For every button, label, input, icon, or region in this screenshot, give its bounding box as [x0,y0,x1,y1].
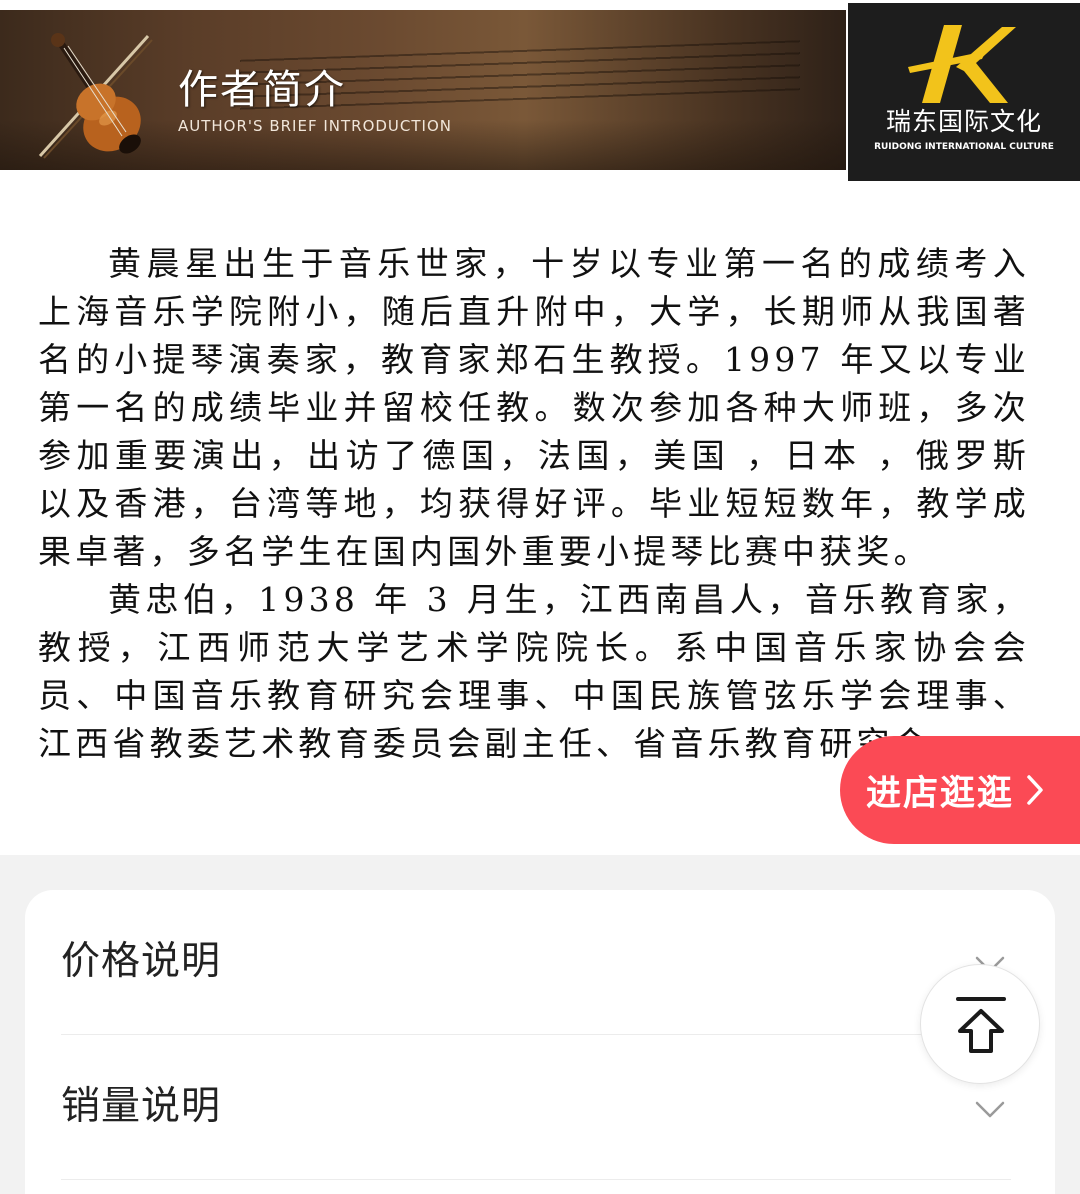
brand-k-logo-icon [908,25,1016,103]
product-detail-page: 作者简介 AUTHOR'S BRIEF INTRODUCTION 瑞东国际文化 … [0,0,1080,1194]
back-to-top-button[interactable] [920,964,1040,1084]
banner-title: 作者简介 [178,67,346,113]
brand-logo: 瑞东国际文化 RUIDONG INTERNATIONAL CULTURE [848,3,1080,181]
author-intro-banner: 作者简介 AUTHOR'S BRIEF INTRODUCTION [0,10,846,170]
violin-icon [38,33,153,159]
back-to-top-icon [956,997,1006,1053]
sales-explanation-label: 销量说明 [61,1084,222,1129]
product-description-image: 作者简介 AUTHOR'S BRIEF INTRODUCTION 瑞东国际文化 … [0,0,1080,855]
visit-shop-button[interactable]: 进店逛逛 [840,736,1080,844]
visit-shop-label: 进店逛逛 [866,773,1015,814]
chevron-right-icon [1027,775,1043,805]
brand-name-cn: 瑞东国际文化 [885,107,1042,136]
chevron-down-icon [975,1101,1005,1118]
price-explanation-label: 价格说明 [61,939,222,984]
info-card: 价格说明 销量说明 [25,890,1055,1194]
intro-paragraph-1: 黄晨星出生于音乐世家，十岁以专业第一名的成绩考入上海音乐学院附小，随后直升附中，… [38,244,1030,571]
sales-explanation-row[interactable]: 销量说明 [61,1035,1011,1180]
author-intro-text: 黄晨星出生于音乐世家，十岁以专业第一名的成绩考入上海音乐学院附小，随后直升附中，… [38,240,1030,768]
price-explanation-row[interactable]: 价格说明 [61,890,1011,1035]
brand-name-en: RUIDONG INTERNATIONAL CULTURE [874,142,1054,152]
banner-subtitle: AUTHOR'S BRIEF INTRODUCTION [178,117,452,135]
